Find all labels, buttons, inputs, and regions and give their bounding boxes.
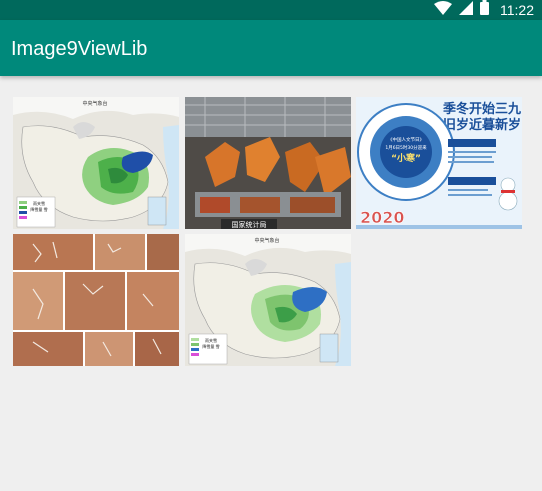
grid-image-weather-map-2[interactable]: 中央气象台 雨夹雪 降雪量 雪 [185, 234, 351, 366]
status-bar: 11:22 [0, 0, 542, 20]
status-icons: 11:22 [434, 0, 534, 20]
poster-year: 2020 [360, 208, 405, 227]
map-header: 中央气象台 [82, 100, 107, 107]
photo-watermark: 国家统计局 [232, 220, 267, 229]
cell-signal-icon [459, 0, 473, 20]
status-time: 11:22 [500, 2, 534, 18]
grid-image-factory-robots[interactable]: 国家统计局 [185, 97, 351, 229]
poster-center-2: 1月6日5时30分迎来 [385, 144, 427, 151]
app-bar: Image9ViewLib [0, 20, 542, 76]
poster-center-3: “小寒” [391, 152, 421, 164]
poster-center-1: 《中国人文节日》 [388, 136, 424, 143]
map2-legend-sub: 降雪量 雪 [202, 343, 219, 349]
battery-icon [480, 0, 489, 20]
map-legend-sub: 降雪量 雪 [30, 206, 47, 212]
grid-image-winter-poster[interactable]: 季冬开始三九 旧岁近暮新岁 《中国人文节日》 1月6日5时30分迎来 “小寒” … [356, 97, 522, 229]
map2-header: 中央气象台 [254, 237, 279, 244]
grid-image-rock-paintings[interactable] [13, 234, 179, 366]
map-legend-title: 雨夹雪 [33, 200, 45, 206]
grid-image-weather-map[interactable]: 中央气象台 雨夹雪 降雪量 雪 [13, 97, 179, 229]
map2-legend-title: 雨夹雪 [205, 337, 217, 343]
wifi-icon [434, 0, 452, 20]
poster-headline-2: 旧岁近暮新岁 [443, 117, 521, 133]
poster-headline-1: 季冬开始三九 [442, 101, 521, 117]
image-grid: 中央气象台 雨夹雪 降雪量 雪 国家统计局 季冬开始三九 旧岁近暮新岁 《中国人… [13, 97, 522, 366]
app-title: Image9ViewLib [11, 38, 148, 60]
